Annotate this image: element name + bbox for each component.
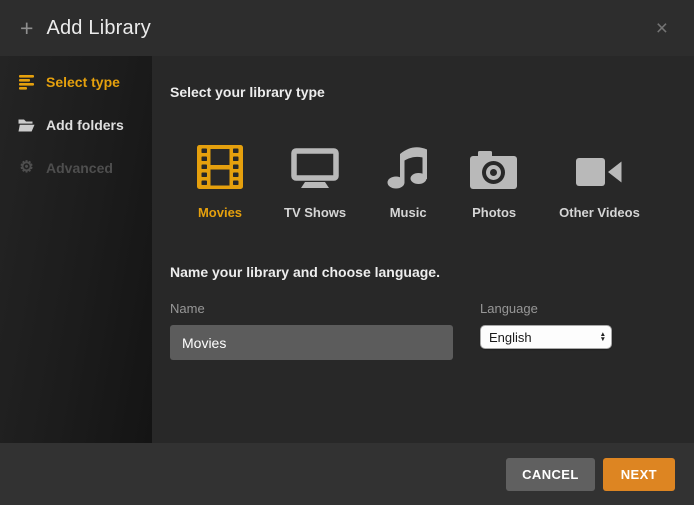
plus-icon: + bbox=[20, 17, 33, 40]
cancel-button[interactable]: CANCEL bbox=[506, 458, 595, 491]
folder-icon bbox=[18, 119, 35, 132]
next-button[interactable]: NEXT bbox=[603, 458, 675, 491]
gear-icon: ⚙ bbox=[18, 160, 35, 176]
film-strip-icon bbox=[197, 145, 243, 189]
dialog-header: + Add Library × bbox=[0, 0, 694, 56]
wizard-content: Select your library type bbox=[152, 56, 694, 443]
name-section-heading: Name your library and choose language. bbox=[170, 264, 674, 280]
library-type-label: TV Shows bbox=[284, 205, 346, 220]
library-type-label: Other Videos bbox=[559, 205, 640, 220]
name-field-label: Name bbox=[170, 301, 453, 316]
language-select[interactable]: English ▲▼ bbox=[480, 325, 612, 349]
library-type-label: Music bbox=[390, 205, 427, 220]
language-field-label: Language bbox=[480, 301, 612, 316]
sidebar-item-label: Advanced bbox=[46, 160, 113, 176]
library-type-label: Photos bbox=[472, 205, 516, 220]
library-type-other-videos[interactable]: Other Videos bbox=[559, 145, 640, 220]
sidebar-item-label: Select type bbox=[46, 74, 120, 90]
language-field-group: Language English ▲▼ bbox=[480, 301, 612, 360]
library-name-input[interactable] bbox=[170, 325, 453, 360]
dialog-footer: CANCEL NEXT bbox=[0, 443, 694, 505]
wizard-sidebar: Select type Add folders ⚙ Advanced bbox=[0, 56, 152, 443]
dialog-body: Select type Add folders ⚙ Advanced Selec… bbox=[0, 56, 694, 443]
sidebar-item-label: Add folders bbox=[46, 117, 124, 133]
select-stepper-icon: ▲▼ bbox=[600, 332, 606, 342]
music-notes-icon bbox=[387, 145, 429, 189]
name-field-group: Name bbox=[170, 301, 453, 360]
library-type-photos[interactable]: Photos bbox=[470, 145, 518, 220]
camera-icon bbox=[470, 145, 518, 189]
close-icon[interactable]: × bbox=[650, 16, 674, 41]
tv-icon bbox=[291, 145, 339, 189]
library-type-label: Movies bbox=[198, 205, 242, 220]
type-section-heading: Select your library type bbox=[170, 84, 674, 100]
fields-row: Name Language English ▲▼ bbox=[170, 301, 674, 360]
language-select-value: English bbox=[489, 330, 532, 345]
sidebar-item-advanced[interactable]: ⚙ Advanced bbox=[0, 148, 152, 188]
sidebar-item-select-type[interactable]: Select type bbox=[0, 62, 152, 102]
video-camera-icon bbox=[576, 145, 622, 189]
add-library-dialog: + Add Library × Select type bbox=[0, 0, 694, 505]
sidebar-item-add-folders[interactable]: Add folders bbox=[0, 105, 152, 145]
library-type-row: Movies TV Shows bbox=[197, 145, 674, 220]
dialog-title: Add Library bbox=[46, 17, 150, 40]
library-type-movies[interactable]: Movies bbox=[197, 145, 243, 220]
list-lines-icon bbox=[18, 75, 35, 90]
library-type-music[interactable]: Music bbox=[387, 145, 429, 220]
library-type-tv-shows[interactable]: TV Shows bbox=[284, 145, 346, 220]
